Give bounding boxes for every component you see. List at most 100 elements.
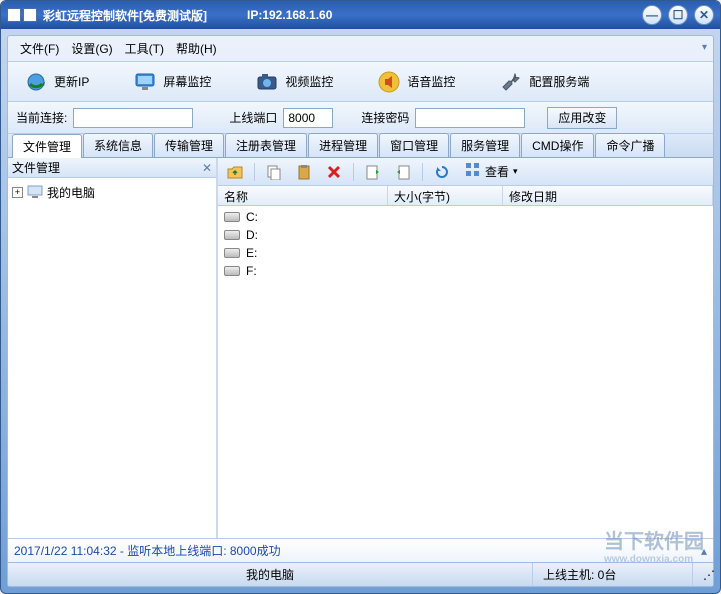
sidebar-title: 文件管理 [12,159,60,176]
delete-icon[interactable] [323,161,345,183]
folder-up-icon[interactable] [224,161,246,183]
current-connection-label: 当前连接: [16,109,67,126]
status-resize-grip[interactable]: ⋰ [692,563,713,586]
sidebar-close-icon[interactable]: ✕ [202,161,212,175]
tab-5[interactable]: 窗口管理 [379,133,449,157]
tab-3[interactable]: 注册表管理 [225,133,307,157]
port-input[interactable] [283,108,333,128]
tab-6[interactable]: 服务管理 [450,133,520,157]
tab-2[interactable]: 传输管理 [154,133,224,157]
file-tree[interactable]: + 我的电脑 [8,178,216,538]
screen-monitor-label: 屏幕监控 [163,73,211,90]
drive-row[interactable]: D: [218,226,713,244]
window-ip-label: IP:192.168.1.60 [247,8,332,22]
sidebar-header: 文件管理 ✕ [8,158,216,178]
drive-label: F: [246,264,257,278]
log-bar: 2017/1/22 11:04:32 - 监听本地上线端口: 8000成功 ▴ [8,538,713,562]
drive-label: D: [246,228,258,242]
download-icon[interactable] [392,161,414,183]
disk-icon [224,248,240,258]
app-window: 彩虹远程控制软件[免费测试版] IP:192.168.1.60 — ☐ ✕ 文件… [0,0,721,594]
close-button[interactable]: ✕ [694,5,714,25]
speaker-icon [377,70,401,94]
password-label: 连接密码 [361,109,409,126]
client-area: 文件(F) 设置(G) 工具(T) 帮助(H) ▾ 更新IP 屏幕监控 [7,35,714,587]
connection-row: 当前连接: 上线端口 连接密码 应用改变 [8,102,713,134]
titlebar-app-icons [7,8,37,22]
video-monitor-label: 视频监控 [285,73,333,90]
refresh-ip-label: 更新IP [54,73,89,90]
app-icon-2 [23,8,37,22]
status-path: 我的电脑 [8,563,532,586]
file-panel: 查看 ▾ 名称 大小(字节) 修改日期 C: D: E: F: [218,158,713,538]
audio-monitor-label: 语音监控 [407,73,455,90]
disk-icon [224,212,240,222]
app-icon-1 [7,8,21,22]
menubar: 文件(F) 设置(G) 工具(T) 帮助(H) ▾ [8,36,713,62]
drive-label: C: [246,210,258,224]
menu-tools[interactable]: 工具(T) [119,38,170,59]
video-monitor-button[interactable]: 视频监控 [247,66,341,98]
disk-icon [224,266,240,276]
content-area: 文件管理 ✕ + 我的电脑 [8,158,713,538]
drive-row[interactable]: E: [218,244,713,262]
current-connection-input[interactable] [73,108,193,128]
apply-button[interactable]: 应用改变 [547,107,617,129]
toolbar-separator [353,163,354,181]
menu-help[interactable]: 帮助(H) [170,38,223,59]
minimize-button[interactable]: — [642,5,662,25]
col-size[interactable]: 大小(字节) [388,186,503,205]
tab-strip: 文件管理系统信息传输管理注册表管理进程管理窗口管理服务管理CMD操作命令广播 [8,134,713,158]
grid-view-icon [465,162,481,181]
config-server-label: 配置服务端 [529,73,589,90]
log-message: 2017/1/22 11:04:32 - 监听本地上线端口: 8000成功 [14,542,281,559]
file-list[interactable]: C: D: E: F: [218,206,713,538]
copy-icon[interactable] [263,161,285,183]
port-label: 上线端口 [229,109,277,126]
toolbar-separator [422,163,423,181]
drive-row[interactable]: F: [218,262,713,280]
config-server-button[interactable]: 配置服务端 [491,66,597,98]
tree-root-label: 我的电脑 [47,184,95,201]
drive-row[interactable]: C: [218,208,713,226]
sidebar: 文件管理 ✕ + 我的电脑 [8,158,218,538]
tab-8[interactable]: 命令广播 [595,133,665,157]
menubar-chevron-icon[interactable]: ▾ [702,42,707,53]
col-modified[interactable]: 修改日期 [503,186,713,205]
tab-0[interactable]: 文件管理 [12,134,82,158]
main-toolbar: 更新IP 屏幕监控 视频监控 语音监控 [8,62,713,102]
window-title: 彩虹远程控制软件[免费测试版] [43,7,207,24]
computer-icon [27,184,43,201]
menu-file[interactable]: 文件(F) [14,38,65,59]
view-button[interactable]: 查看 ▾ [461,160,522,183]
chevron-down-icon: ▾ [513,166,518,177]
wrench-icon [499,70,523,94]
toolbar-separator [254,163,255,181]
maximize-button[interactable]: ☐ [668,5,688,25]
titlebar[interactable]: 彩虹远程控制软件[免费测试版] IP:192.168.1.60 — ☐ ✕ [1,1,720,29]
password-input[interactable] [415,108,525,128]
paste-icon[interactable] [293,161,315,183]
col-name[interactable]: 名称 [218,186,388,205]
refresh-icon[interactable] [431,161,453,183]
menu-settings[interactable]: 设置(G) [65,38,118,59]
log-collapse-icon[interactable]: ▴ [701,544,707,558]
screen-monitor-button[interactable]: 屏幕监控 [125,66,219,98]
view-label: 查看 [485,163,509,180]
column-headers: 名称 大小(字节) 修改日期 [218,186,713,206]
tree-expand-icon[interactable]: + [12,187,23,198]
globe-refresh-icon [24,70,48,94]
audio-monitor-button[interactable]: 语音监控 [369,66,463,98]
tree-root-node[interactable]: + 我的电脑 [12,182,212,203]
tab-1[interactable]: 系统信息 [83,133,153,157]
status-hosts: 上线主机: 0台 [532,563,692,586]
drive-label: E: [246,246,257,260]
file-toolbar: 查看 ▾ [218,158,713,186]
tab-4[interactable]: 进程管理 [308,133,378,157]
tab-7[interactable]: CMD操作 [521,133,594,157]
monitor-icon [133,70,157,94]
statusbar: 我的电脑 上线主机: 0台 ⋰ [8,562,713,586]
window-controls: — ☐ ✕ [642,5,714,25]
upload-icon[interactable] [362,161,384,183]
refresh-ip-button[interactable]: 更新IP [16,66,97,98]
